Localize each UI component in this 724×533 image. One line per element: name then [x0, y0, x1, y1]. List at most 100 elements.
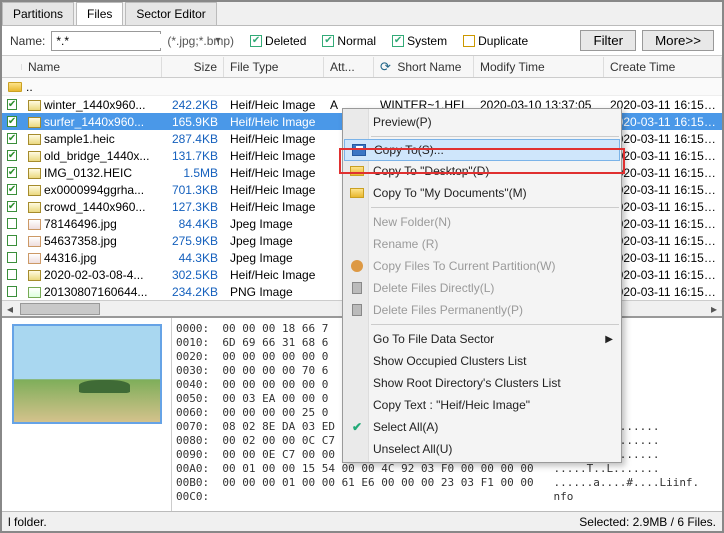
file-size[interactable]: 1.5MB	[183, 166, 218, 180]
col-modify[interactable]: Modify Time	[474, 57, 604, 77]
file-name: 20130807160644...	[44, 285, 147, 299]
file-type: PNG Image	[224, 285, 324, 299]
file-name: 44316.jpg	[44, 251, 97, 265]
row-checkbox[interactable]: ✔	[7, 269, 17, 280]
folder-icon	[350, 166, 364, 176]
file-size[interactable]: 701.3KB	[172, 183, 218, 197]
file-size[interactable]: 84.4KB	[179, 217, 218, 231]
trash-icon	[352, 282, 362, 294]
file-name: crowd_1440x960...	[44, 200, 145, 214]
scrollbar-thumb[interactable]	[20, 303, 100, 315]
filter-system[interactable]: ✔System	[392, 34, 447, 48]
file-size[interactable]: 287.4KB	[172, 132, 218, 146]
file-type: Heif/Heic Image	[224, 149, 324, 163]
col-create[interactable]: Create Time	[604, 57, 722, 77]
row-checkbox[interactable]: ✔	[7, 116, 17, 127]
col-att[interactable]: Att...	[324, 57, 374, 77]
file-size[interactable]: 234.2KB	[172, 285, 218, 299]
row-checkbox[interactable]: ✔	[7, 286, 17, 297]
submenu-arrow-icon: ▶	[605, 334, 613, 345]
file-name: old_bridge_1440x...	[44, 149, 149, 163]
col-short[interactable]: ⟳ Short Name	[374, 56, 474, 77]
file-size[interactable]: 165.9KB	[172, 115, 218, 129]
menu-occupied-clusters[interactable]: Show Occupied Clusters List	[343, 350, 621, 372]
row-checkbox[interactable]: ✔	[7, 99, 17, 110]
filter-bar: Name: ▾ (*.jpg;*.bmp) ✔Deleted ✔Normal ✔…	[2, 26, 722, 56]
name-pattern-combo[interactable]: ▾	[51, 31, 161, 51]
more-button[interactable]: More>>	[642, 30, 714, 51]
file-type: Heif/Heic Image	[224, 268, 324, 282]
file-icon	[28, 253, 41, 264]
col-size[interactable]: Size	[162, 57, 224, 77]
trash-icon	[352, 304, 362, 316]
tab-sector-editor[interactable]: Sector Editor	[125, 2, 216, 25]
scroll-right-icon[interactable]: ▸	[706, 302, 722, 316]
row-checkbox[interactable]: ✔	[7, 184, 17, 195]
tabs: Partitions Files Sector Editor	[2, 2, 722, 26]
menu-root-clusters[interactable]: Show Root Directory's Clusters List	[343, 372, 621, 394]
file-size[interactable]: 127.3KB	[172, 200, 218, 214]
file-type: Heif/Heic Image	[224, 115, 324, 129]
menu-delete-perm: Delete Files Permanently(P)	[343, 299, 621, 321]
file-icon	[28, 219, 41, 230]
filter-button[interactable]: Filter	[580, 30, 636, 51]
menu-copy-documents[interactable]: Copy To "My Documents"(M)	[343, 182, 621, 204]
col-type[interactable]: File Type	[224, 57, 324, 77]
menu-copy-partition: Copy Files To Current Partition(W)	[343, 255, 621, 277]
row-checkbox[interactable]: ✔	[7, 133, 17, 144]
save-icon	[352, 144, 366, 156]
pattern-hint: (*.jpg;*.bmp)	[167, 34, 234, 48]
menu-select-all[interactable]: ✔Select All(A)	[343, 416, 621, 438]
file-icon	[28, 134, 41, 145]
status-left: l folder.	[8, 515, 47, 529]
menu-rename: Rename (R)	[343, 233, 621, 255]
file-size[interactable]: 242.2KB	[172, 98, 218, 112]
filter-deleted[interactable]: ✔Deleted	[250, 34, 306, 48]
file-size[interactable]: 131.7KB	[172, 149, 218, 163]
menu-new-folder: New Folder(N)	[343, 211, 621, 233]
file-name: winter_1440x960...	[44, 98, 145, 112]
context-menu[interactable]: Preview(P) Copy To(S)... Copy To "Deskto…	[342, 108, 622, 463]
file-icon	[28, 202, 41, 213]
file-name: surfer_1440x960...	[44, 115, 144, 129]
menu-copy-to[interactable]: Copy To(S)...	[344, 139, 620, 161]
preview-pane	[2, 318, 172, 511]
row-checkbox[interactable]: ✔	[7, 252, 17, 263]
refresh-icon: ⟳	[380, 59, 394, 73]
disc-icon	[351, 260, 363, 272]
scroll-left-icon[interactable]: ◂	[2, 302, 18, 316]
col-name[interactable]: Name	[22, 57, 162, 77]
column-headers: Name Size File Type Att... ⟳ Short Name …	[2, 56, 722, 78]
filter-duplicate[interactable]: Duplicate	[463, 34, 528, 48]
file-type: Jpeg Image	[224, 217, 324, 231]
file-type: Heif/Heic Image	[224, 132, 324, 146]
filter-normal[interactable]: ✔Normal	[322, 34, 376, 48]
row-checkbox[interactable]: ✔	[7, 167, 17, 178]
file-size[interactable]: 44.3KB	[179, 251, 218, 265]
file-icon	[28, 236, 41, 247]
file-icon	[28, 151, 41, 162]
menu-copy-text[interactable]: Copy Text : "Heif/Heic Image"	[343, 394, 621, 416]
tab-files[interactable]: Files	[76, 2, 123, 25]
row-checkbox[interactable]: ✔	[7, 235, 17, 246]
row-checkbox[interactable]: ✔	[7, 150, 17, 161]
file-size[interactable]: 302.5KB	[172, 268, 218, 282]
breadcrumb[interactable]: ..	[2, 78, 722, 96]
row-checkbox[interactable]: ✔	[7, 218, 17, 229]
row-checkbox[interactable]: ✔	[7, 201, 17, 212]
status-right: Selected: 2.9MB / 6 Files.	[579, 515, 716, 529]
file-icon	[28, 287, 41, 298]
tab-partitions[interactable]: Partitions	[2, 2, 74, 25]
file-size[interactable]: 275.9KB	[172, 234, 218, 248]
file-name: 2020-02-03-08-4...	[44, 268, 143, 282]
status-bar: l folder. Selected: 2.9MB / 6 Files.	[2, 511, 722, 531]
menu-goto-sector[interactable]: Go To File Data Sector▶	[343, 328, 621, 350]
file-icon	[28, 117, 41, 128]
menu-copy-desktop[interactable]: Copy To "Desktop"(D)	[343, 160, 621, 182]
file-type: Heif/Heic Image	[224, 183, 324, 197]
preview-thumbnail[interactable]	[12, 324, 162, 424]
menu-unselect-all[interactable]: Unselect All(U)	[343, 438, 621, 460]
menu-preview[interactable]: Preview(P)	[343, 111, 621, 133]
file-type: Jpeg Image	[224, 251, 324, 265]
file-name: sample1.heic	[44, 132, 115, 146]
